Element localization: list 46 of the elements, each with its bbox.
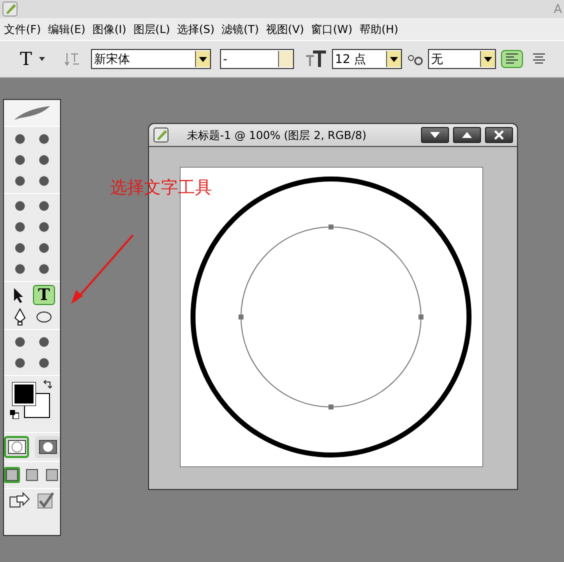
caret-icon[interactable] xyxy=(39,57,46,61)
caret-icon xyxy=(199,56,208,62)
menu-item[interactable]: 帮助(H) xyxy=(357,22,404,36)
default-colors-icon[interactable] xyxy=(10,410,19,419)
document-title: 未标题-1 @ 100% (图层 2, RGB/8) xyxy=(186,128,368,142)
menu-item[interactable]: 图像(I) xyxy=(90,22,132,36)
tool-preset-button[interactable]: T xyxy=(18,48,34,70)
triangle-up-icon xyxy=(462,132,472,138)
font-size-dropdown[interactable]: 12 点 xyxy=(332,49,402,69)
menu-item[interactable]: 窗口(W) xyxy=(309,22,358,36)
minimize-button[interactable] xyxy=(421,127,449,143)
standard-mode-button[interactable] xyxy=(4,436,29,458)
menu-item[interactable]: 选择(S) xyxy=(175,22,220,36)
font-size-icon xyxy=(305,50,328,68)
triangle-down-icon xyxy=(430,132,440,138)
swap-arrows-icon[interactable] xyxy=(42,380,52,390)
font-family-dropdown[interactable]: 新宋体 xyxy=(91,49,212,69)
maximize-button[interactable] xyxy=(453,127,481,143)
jump-to-icon[interactable] xyxy=(9,492,31,510)
screen-mode-button[interactable] xyxy=(4,467,20,483)
font-style-dropdown[interactable]: - xyxy=(220,49,294,69)
anti-alias-dropdown[interactable]: 无 xyxy=(428,49,496,69)
caret-icon xyxy=(390,56,398,62)
menu-item[interactable]: 视图(V) xyxy=(264,22,310,36)
menu-item[interactable]: 滤镜(T) xyxy=(220,22,264,36)
checkmark-icon[interactable] xyxy=(37,492,55,510)
type-tool-button[interactable]: T xyxy=(33,285,55,305)
menu-item[interactable]: 编辑(E) xyxy=(46,22,90,36)
quick-mask-button[interactable] xyxy=(35,436,60,458)
text-orientation-icon[interactable] xyxy=(64,51,80,67)
close-icon xyxy=(494,130,504,140)
align-left-button[interactable] xyxy=(501,50,524,68)
menu-item[interactable]: 图层(L) xyxy=(131,22,176,36)
feather-icon xyxy=(12,105,52,121)
menu-item[interactable]: 文件(F) xyxy=(2,22,46,36)
anti-alias-icon xyxy=(407,52,424,66)
align-icon xyxy=(505,53,520,65)
align-icon xyxy=(532,53,546,65)
annotation-arrow xyxy=(69,233,135,305)
close-button[interactable] xyxy=(485,127,513,143)
screen-mode-button[interactable] xyxy=(24,467,40,483)
document-icon xyxy=(153,127,169,143)
caret-icon xyxy=(484,56,492,62)
screen-mode-button[interactable] xyxy=(44,467,60,483)
color-swatches-drawing[interactable] xyxy=(11,381,51,419)
window-title: A xyxy=(554,2,562,16)
